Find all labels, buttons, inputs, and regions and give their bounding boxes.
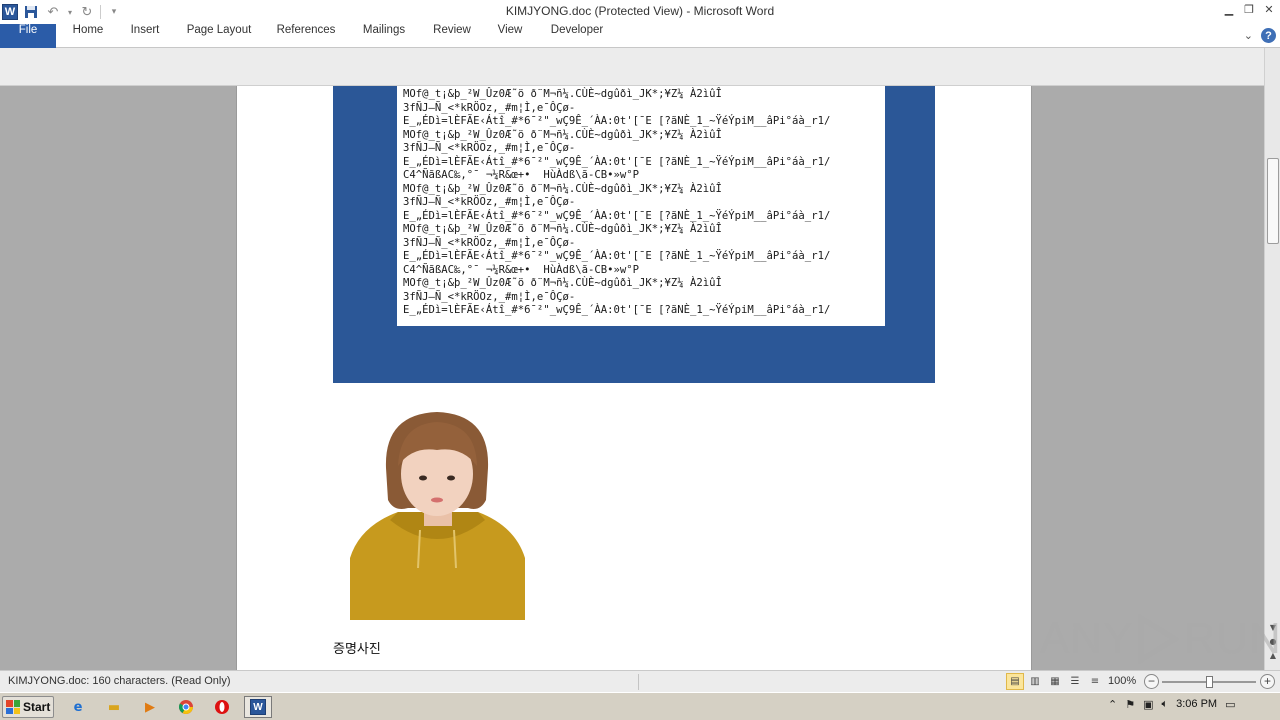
document-page[interactable]: MOf@_t¡&þ_²W_Ûz0Æ˜ö ð¨M¬ñ¼.CÙÈ~dgûðì_JK*…	[236, 86, 1032, 670]
restore-icon[interactable]: ❐	[1242, 2, 1256, 16]
internet-explorer-icon[interactable]: e	[64, 696, 92, 718]
close-icon[interactable]: ✕	[1262, 2, 1276, 16]
zoom-level[interactable]: 100%	[1108, 675, 1136, 687]
blue-content-block: MOf@_t¡&þ_²W_Ûz0Æ˜ö ð¨M¬ñ¼.CÙÈ~dgûðì_JK*…	[333, 86, 935, 383]
full-screen-reading-icon[interactable]: ▥	[1026, 673, 1044, 690]
zoom-slider[interactable]	[1162, 676, 1256, 688]
tab-review[interactable]: Review	[424, 24, 480, 48]
garbled-text-box: MOf@_t¡&þ_²W_Ûz0Æ˜ö ð¨M¬ñ¼.CÙÈ~dgûðì_JK*…	[397, 86, 885, 326]
opera-icon[interactable]	[208, 696, 236, 718]
garbled-text-line: C4^ÑãßAC‰,°¯ ¬¼R&œ+• HùÀdß\ã-CB•»w°P	[403, 263, 639, 276]
tab-developer[interactable]: Developer	[540, 24, 614, 48]
title-bar: W ↶ ▾ ↻ ▾ KIMJYONG.doc (Protected View) …	[0, 0, 1280, 24]
ribbon-tab-bar: File Home Insert Page Layout References …	[0, 24, 1280, 48]
action-center-flag-icon[interactable]: ⚑	[1125, 698, 1135, 711]
watermark-play-icon	[1138, 614, 1181, 664]
photo-caption: 증명사진	[333, 642, 381, 657]
garbled-text-line: E_„ÉDì=lÈFÃE‹Átî_#*6¯²"_wÇ9Ê_´ÀA:0t'[¯E …	[403, 155, 831, 168]
zoom-slider-thumb[interactable]	[1206, 676, 1213, 688]
start-button[interactable]: Start	[2, 696, 54, 718]
tab-page-layout[interactable]: Page Layout	[178, 24, 260, 48]
tab-insert[interactable]: Insert	[120, 24, 170, 48]
tab-view[interactable]: View	[488, 24, 532, 48]
garbled-text-line: MOf@_t¡&þ_²W_Ûz0Æ˜ö ð¨M¬ñ¼.CÙÈ~dgûðì_JK*…	[403, 128, 722, 141]
taskbar-pinned-apps: e ▬ ▶ W	[64, 696, 272, 718]
garbled-text-line: 3fÑJ—Ñ_<*kRÖOz,_#m¦Ì,e¯ÔÇø-	[403, 101, 576, 114]
outline-icon[interactable]: ☰	[1066, 673, 1084, 690]
show-hidden-icons-icon[interactable]: ⌃	[1108, 698, 1117, 711]
chrome-icon[interactable]	[172, 696, 200, 718]
garbled-text-line: E_„ÉDì=lÈFÃE‹Átî_#*6¯²"_wÇ9Ê_´ÀA:0t'[¯E …	[403, 304, 831, 316]
tab-mailings[interactable]: Mailings	[352, 24, 416, 48]
garbled-text-line: 3fÑJ—Ñ_<*kRÖOz,_#m¦Ì,e¯ÔÇø-	[403, 236, 576, 249]
help-icon[interactable]: ?	[1261, 28, 1276, 43]
document-canvas: MOf@_t¡&þ_²W_Ûz0Æ˜ö ð¨M¬ñ¼.CÙÈ~dgûðì_JK*…	[0, 86, 1264, 670]
word-taskbar-letter: W	[253, 701, 263, 713]
view-buttons: ▤ ▥ ▦ ☰ ≡	[1006, 673, 1104, 690]
zoom-out-button[interactable]: −	[1144, 674, 1159, 689]
garbled-text-line: E_„ÉDì=lÈFÃE‹Átî_#*6¯²"_wÇ9Ê_´ÀA:0t'[¯E …	[403, 209, 831, 222]
expand-ribbon-icon[interactable]: ⌄	[1244, 29, 1253, 42]
garbled-text-line: MOf@_t¡&þ_²W_Ûz0Æ˜ö ð¨M¬ñ¼.CÙÈ~dgûðì_JK*…	[403, 182, 722, 195]
scrollbar-thumb[interactable]	[1267, 158, 1279, 244]
file-explorer-icon[interactable]: ▬	[100, 696, 128, 718]
print-layout-icon[interactable]: ▤	[1006, 673, 1024, 690]
garbled-text-line: 3fÑJ—Ñ_<*kRÖOz,_#m¦Ì,e¯ÔÇø-	[403, 142, 576, 154]
watermark-text-right: RUN	[1183, 614, 1280, 663]
status-divider	[638, 674, 639, 690]
web-layout-icon[interactable]: ▦	[1046, 673, 1064, 690]
garbled-text-line: MOf@_t¡&þ_²W_Ûz0Æ˜ö ð¨M¬ñ¼.CÙÈ~dgûðì_JK*…	[403, 277, 722, 289]
watermark-text-left: ANY	[1040, 614, 1134, 663]
status-bar: KIMJYONG.doc: 160 characters. (Read Only…	[0, 670, 1280, 692]
garbled-text-line: E_„ÉDì=lÈFÃE‹Átî_#*6¯²"_wÇ9Ê_´ÀA:0t'[¯E …	[403, 115, 831, 127]
window-title: KIMJYONG.doc (Protected View) - Microsof…	[505, 4, 775, 18]
minimize-icon[interactable]: ▁	[1222, 2, 1236, 16]
zoom-in-button[interactable]: +	[1260, 674, 1275, 689]
window-controls: ▁ ❐ ✕	[1222, 2, 1276, 16]
garbled-text-line: MOf@_t¡&þ_²W_Ûz0Æ˜ö ð¨M¬ñ¼.CÙÈ~dgûðì_JK*…	[403, 88, 722, 100]
anyrun-watermark: ANY RUN	[1040, 614, 1280, 664]
taskbar: Start e ▬ ▶ W ⌃ ⚑ ▣ 🔈︎ 3:06 PM ▭	[0, 692, 1280, 720]
tab-home[interactable]: Home	[62, 24, 114, 48]
clock[interactable]: 3:06 PM	[1176, 698, 1217, 710]
volume-icon[interactable]: 🔈︎	[1162, 697, 1169, 711]
garbled-text-line: MOf@_t¡&þ_²W_Ûz0Æ˜ö ð¨M¬ñ¼.CÙÈ~dgûðì_JK*…	[403, 223, 722, 235]
media-player-icon[interactable]: ▶	[136, 696, 164, 718]
word-taskbar-logo: W	[250, 699, 266, 715]
vertical-scrollbar[interactable]: ▼ ▲ ●	[1264, 48, 1280, 670]
tab-references[interactable]: References	[268, 24, 344, 48]
garbled-text-line: 3fÑJ—Ñ_<*kRÖOz,_#m¦Ì,e¯ÔÇø-	[403, 196, 576, 208]
show-desktop-icon[interactable]: ▭	[1225, 698, 1235, 711]
ribbon-right-controls: ⌄ ?	[1244, 28, 1276, 43]
network-icon[interactable]: ▣	[1143, 698, 1153, 711]
tab-file[interactable]: File	[0, 24, 56, 48]
word-taskbar-icon[interactable]: W	[244, 696, 272, 718]
draft-icon[interactable]: ≡	[1086, 673, 1104, 690]
garbled-text-line: E_„ÉDì=lÈFÃE‹Átî_#*6¯²"_wÇ9Ê_´ÀA:0t'[¯E …	[403, 250, 831, 262]
windows-logo-icon	[6, 700, 20, 714]
garbled-text-line: 3fÑJ—Ñ_<*kRÖOz,_#m¦Ì,e¯ÔÇø-	[403, 290, 576, 303]
garbled-text-line: C4^ÑãßAC‰,°¯ ¬¼R&œ+• HùÀdß\ã-CB•»w°P	[403, 169, 639, 181]
status-text: KIMJYONG.doc: 160 characters. (Read Only…	[8, 675, 231, 687]
system-tray: ⌃ ⚑ ▣ 🔈︎ 3:06 PM ▭	[1108, 697, 1235, 711]
ribbon-collapsed-area	[0, 48, 1280, 86]
start-label: Start	[23, 700, 51, 714]
id-photo-image	[350, 408, 525, 620]
